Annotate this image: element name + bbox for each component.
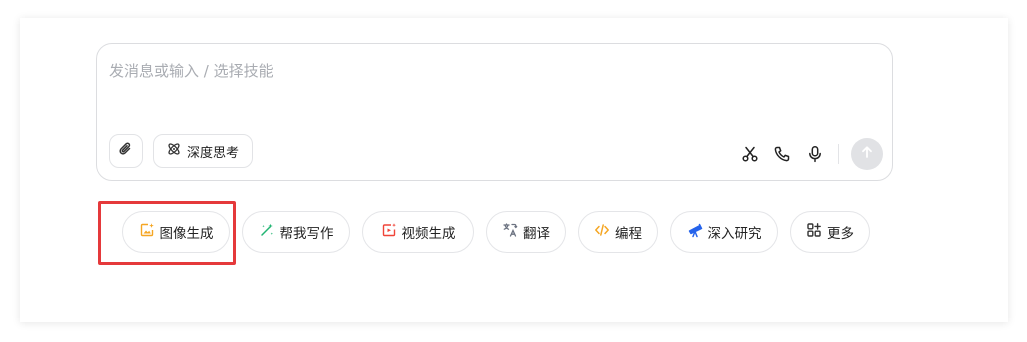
message-input[interactable] [109, 58, 869, 84]
skill-writing-assistant[interactable]: 帮我写作 [242, 211, 350, 253]
deep-think-label: 深度思考 [187, 145, 240, 161]
skill-label: 翻译 [523, 226, 550, 242]
pen-sparkle-icon [259, 222, 275, 242]
message-composer: 深度思考 [96, 43, 893, 181]
telescope-icon [687, 222, 703, 242]
skill-label: 深入研究 [707, 226, 762, 242]
skill-label: 编程 [615, 226, 642, 242]
image-gen-icon [139, 222, 155, 242]
attach-button[interactable] [109, 134, 143, 168]
translate-icon [502, 222, 518, 242]
paperclip-icon [118, 141, 134, 162]
skill-coding[interactable]: 编程 [578, 211, 658, 253]
toolbar-divider [838, 144, 839, 164]
skill-label: 更多 [827, 226, 854, 242]
skill-more[interactable]: 更多 [790, 211, 870, 253]
grid-plus-icon [806, 222, 822, 242]
microphone-icon[interactable] [805, 144, 825, 164]
atom-icon [166, 141, 182, 161]
send-button[interactable] [851, 138, 883, 170]
deep-think-button[interactable]: 深度思考 [153, 134, 254, 168]
skill-label: 帮我写作 [279, 226, 334, 242]
skill-translate[interactable]: 翻译 [486, 211, 566, 253]
skill-label: 图像生成 [159, 226, 214, 242]
video-gen-icon [381, 222, 397, 242]
skill-label: 视频生成 [401, 226, 456, 242]
scissors-icon[interactable] [740, 144, 760, 164]
skill-video-generation[interactable]: 视频生成 [362, 211, 474, 253]
skill-image-generation[interactable]: 图像生成 [122, 211, 230, 253]
code-icon [594, 222, 610, 242]
phone-icon[interactable] [772, 144, 792, 164]
skill-deep-research[interactable]: 深入研究 [670, 211, 778, 253]
arrow-up-icon [860, 145, 874, 164]
